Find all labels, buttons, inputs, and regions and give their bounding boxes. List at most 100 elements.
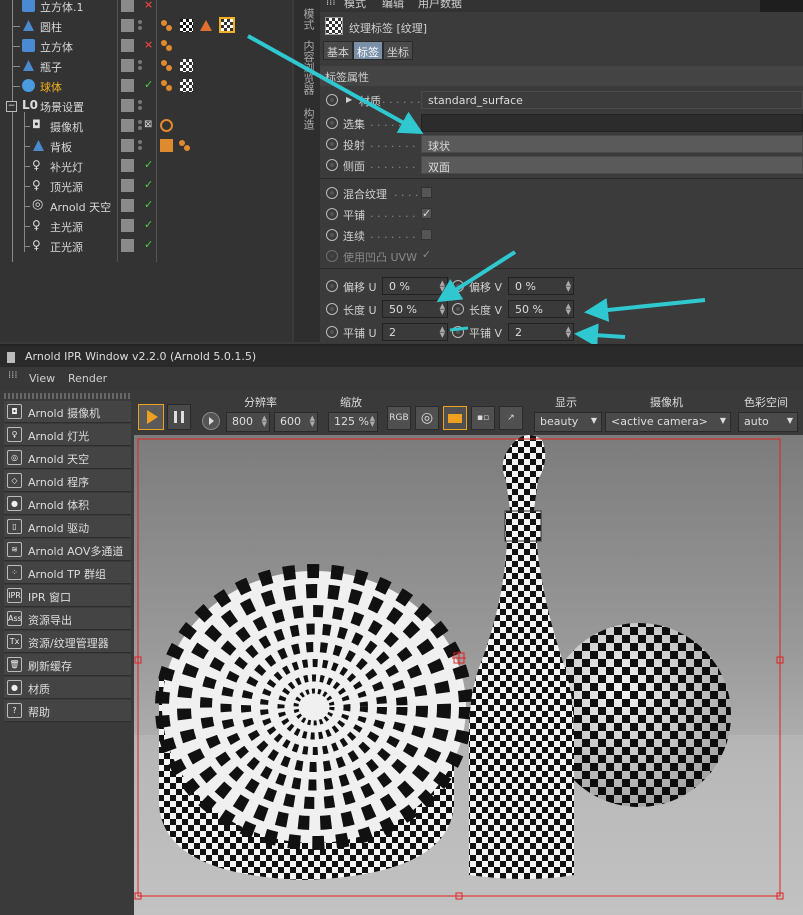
visibility-toggle[interactable] bbox=[121, 39, 134, 52]
sidebar-item[interactable]: Ass 资源导出 bbox=[4, 608, 131, 630]
tiles-v-input[interactable]: 2 ▲ ▼ bbox=[508, 323, 574, 341]
phong-tag-icon[interactable] bbox=[160, 39, 173, 52]
compositing-tag-icon[interactable] bbox=[160, 139, 173, 152]
res-width-input[interactable]: 800 ▲ ▼ bbox=[226, 412, 270, 432]
render-dots[interactable] bbox=[137, 119, 143, 132]
object-row[interactable]: 圆柱 bbox=[0, 16, 292, 36]
status-check[interactable]: ✓ bbox=[144, 218, 153, 231]
status-cross[interactable]: × bbox=[144, 0, 153, 11]
anim-radio[interactable] bbox=[452, 326, 464, 338]
tab-coordinates[interactable]: 坐标 bbox=[383, 41, 413, 60]
object-row[interactable]: ♀ 补光灯 ✓ bbox=[0, 156, 292, 176]
sidebar-item[interactable]: IPR IPR 窗口 bbox=[4, 585, 131, 607]
sidebar-item[interactable]: Tx 资源/纹理管理器 bbox=[4, 631, 131, 653]
cone-tag-icon[interactable] bbox=[199, 19, 212, 32]
sidebar-item[interactable]: ⁘ Arnold TP 群组 bbox=[4, 562, 131, 584]
menu-edit[interactable]: 编辑 bbox=[382, 0, 404, 11]
colorspace-dropdown[interactable]: auto ▼ bbox=[738, 412, 798, 432]
region-button[interactable] bbox=[443, 406, 467, 430]
visibility-toggle[interactable] bbox=[121, 119, 134, 132]
anim-radio[interactable] bbox=[326, 303, 338, 315]
object-row[interactable]: ♀ 主光源 ✓ bbox=[0, 216, 292, 236]
globe-icon[interactable]: ◎ bbox=[415, 406, 439, 430]
object-row[interactable]: ♀ 正光源 ✓ bbox=[0, 236, 292, 256]
offset-u-input[interactable]: 0 % ▲ ▼ bbox=[382, 277, 448, 295]
play-button[interactable] bbox=[138, 404, 164, 430]
sidebar-item[interactable]: 🗑 刷新缓存 bbox=[4, 654, 131, 676]
status-cross[interactable]: × bbox=[144, 38, 153, 51]
status-check[interactable]: ✓ bbox=[144, 158, 153, 171]
anim-radio[interactable] bbox=[452, 280, 464, 292]
sidebar-item[interactable]: ? 帮助 bbox=[4, 700, 131, 722]
visibility-toggle[interactable] bbox=[121, 0, 134, 12]
anim-radio[interactable] bbox=[326, 326, 338, 338]
object-row[interactable]: 瓶子 bbox=[0, 56, 292, 76]
display-dropdown[interactable]: beauty ▼ bbox=[534, 412, 602, 432]
visibility-toggle[interactable] bbox=[121, 99, 134, 112]
length-v-input[interactable]: 50 % ▲ ▼ bbox=[508, 300, 574, 318]
render-viewport[interactable] bbox=[134, 435, 803, 915]
seamless-checkbox[interactable] bbox=[421, 229, 432, 240]
object-row[interactable]: 背板 bbox=[0, 136, 292, 156]
side-dropdown[interactable]: 双面 bbox=[421, 156, 803, 174]
anim-radio[interactable] bbox=[326, 229, 338, 241]
visibility-toggle[interactable] bbox=[121, 219, 134, 232]
sidebar-item[interactable]: ▯ Arnold 驱动 bbox=[4, 516, 131, 538]
anim-radio[interactable] bbox=[326, 94, 338, 106]
object-row[interactable]: 立方体.1 × bbox=[0, 0, 292, 16]
resolution-lock-button[interactable] bbox=[202, 412, 220, 430]
collapse-icon[interactable]: − bbox=[6, 101, 17, 112]
camera-dropdown[interactable]: <active camera> ▼ bbox=[605, 412, 731, 432]
object-row[interactable]: ◘ 摄像机 ⊠ bbox=[0, 116, 292, 136]
material-field[interactable]: standard_surface bbox=[421, 91, 803, 109]
object-row[interactable]: 球体 ✓ bbox=[0, 76, 292, 96]
expand-arrow-icon[interactable]: ▶ bbox=[346, 95, 352, 104]
visibility-toggle[interactable] bbox=[121, 159, 134, 172]
object-row[interactable]: ◎ Arnold 天空 ✓ bbox=[0, 196, 292, 216]
protection-tag-icon[interactable] bbox=[160, 119, 173, 132]
anim-radio[interactable] bbox=[326, 187, 338, 199]
anim-radio[interactable] bbox=[326, 280, 338, 292]
render-dots[interactable] bbox=[137, 19, 143, 32]
anim-radio[interactable] bbox=[452, 303, 464, 315]
visibility-toggle[interactable] bbox=[121, 19, 134, 32]
status-check[interactable]: ✓ bbox=[144, 198, 153, 211]
phong-tag-icon[interactable] bbox=[160, 19, 173, 32]
pause-button[interactable] bbox=[167, 404, 191, 430]
anim-radio[interactable] bbox=[326, 117, 338, 129]
anim-radio[interactable] bbox=[326, 208, 338, 220]
render-dots[interactable] bbox=[137, 139, 143, 152]
side-tab-structure[interactable]: 构造 bbox=[298, 108, 316, 130]
status-check[interactable]: ✓ bbox=[144, 78, 153, 91]
visibility-toggle[interactable] bbox=[121, 239, 134, 252]
region-center-crosshair[interactable] bbox=[452, 651, 466, 665]
texture-tag-selected[interactable] bbox=[219, 17, 235, 33]
anim-radio[interactable] bbox=[326, 159, 338, 171]
checker-tag-icon[interactable] bbox=[180, 19, 193, 32]
render-dots[interactable] bbox=[137, 99, 143, 112]
res-height-input[interactable]: 600 ▲ ▼ bbox=[274, 412, 318, 432]
projection-dropdown[interactable]: 球状 bbox=[421, 135, 803, 153]
sidebar-item[interactable]: ● 材质 bbox=[4, 677, 131, 699]
object-row[interactable]: 立方体 × bbox=[0, 36, 292, 56]
sidebar-item[interactable]: ◎ Arnold 天空 bbox=[4, 447, 131, 469]
sidebar-item[interactable]: ● Arnold 体积 bbox=[4, 493, 131, 515]
menu-render[interactable]: Render bbox=[68, 372, 107, 385]
anim-radio[interactable] bbox=[326, 138, 338, 150]
menu-mode[interactable]: 模式 bbox=[344, 0, 366, 11]
tiles-u-input[interactable]: 2 ▲ ▼ bbox=[382, 323, 448, 341]
phong-tag-icon[interactable] bbox=[160, 79, 173, 92]
tab-tag[interactable]: 标签 bbox=[353, 41, 383, 60]
object-row[interactable]: ♀ 顶光源 ✓ bbox=[0, 176, 292, 196]
status-check[interactable]: ✓ bbox=[144, 178, 153, 191]
tab-basic[interactable]: 基本 bbox=[323, 41, 353, 60]
visibility-toggle[interactable] bbox=[121, 79, 134, 92]
target-tag-icon[interactable]: ⊠ bbox=[144, 119, 157, 132]
offset-v-input[interactable]: 0 % ▲ ▼ bbox=[508, 277, 574, 295]
length-u-input[interactable]: 50 % ▲ ▼ bbox=[382, 300, 448, 318]
sidebar-item[interactable]: ≋ Arnold AOV多通道 bbox=[4, 539, 131, 561]
sidebar-item[interactable]: ◘ Arnold 摄像机 bbox=[4, 401, 131, 423]
visibility-toggle[interactable] bbox=[121, 179, 134, 192]
checker-tag-icon[interactable] bbox=[180, 59, 193, 72]
selection-field[interactable] bbox=[421, 114, 803, 132]
